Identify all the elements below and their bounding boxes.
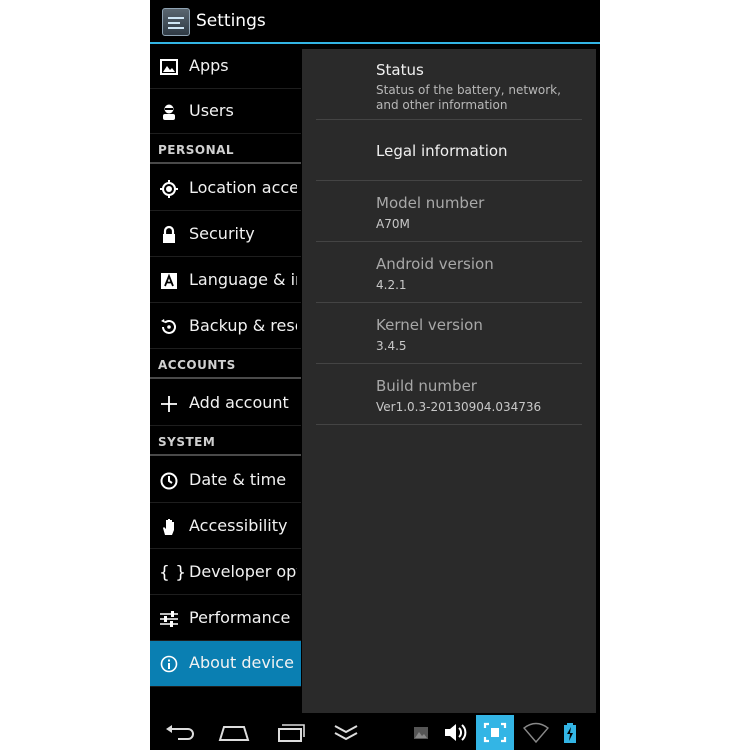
nav-item-label: Users [189,101,234,120]
settings-app-icon[interactable] [162,8,190,36]
nav-item-security[interactable]: Security [150,212,301,257]
back-icon [166,725,194,740]
status-row[interactable]: Status Status of the battery, network, a… [316,49,582,120]
hide-keyboard-button[interactable] [326,715,366,750]
users-icon [159,102,179,122]
status-summary: Status of the battery, network, and othe… [376,83,561,112]
location-icon [159,179,179,199]
nav-item-label: Apps [189,56,229,75]
volume-button[interactable] [440,715,470,750]
nav-item-location[interactable]: Location access [150,166,301,211]
android-version-row[interactable]: Android version 4.2.1 [316,242,582,303]
double-chevron-down-icon [334,725,358,741]
kernel-version-row: Kernel version 3.4.5 [316,303,582,364]
nav-item-apps[interactable]: Apps [150,44,301,89]
wifi-indicator [520,715,552,750]
model-number-row: Model number A70M [316,181,582,242]
apps-icon [159,57,179,77]
language-icon [159,271,179,291]
nav-item-label: Security [189,224,255,243]
nav-item-label: Backup & reset [189,316,297,335]
battery-charging-icon [564,723,576,743]
nav-item-date-time[interactable]: Date & time [150,458,301,503]
nav-item-label: Language & input [189,270,297,289]
braces-icon: { } [159,563,187,583]
recent-apps-button[interactable] [270,715,310,750]
nav-item-label: About device [189,653,294,672]
nav-item-accessibility[interactable]: Accessibility [150,504,301,549]
build-title: Build number [376,377,477,395]
nav-item-label: Add account [189,393,289,412]
nav-item-label: Date & time [189,470,287,489]
kernel-value: 3.4.5 [376,339,407,353]
nav-item-label: Location access [189,178,297,197]
kernel-title: Kernel version [376,316,483,334]
nav-item-language[interactable]: Language & input [150,258,301,303]
device-screen: Settings Apps Users PERSONAL Location ac… [150,0,600,750]
image-icon [414,727,428,739]
plus-icon [159,394,179,414]
android-value: 4.2.1 [376,278,407,292]
info-icon [159,654,179,674]
legal-information-row[interactable]: Legal information [316,120,582,181]
clock-icon [159,471,179,491]
action-bar: Settings [150,0,600,44]
nav-item-backup[interactable]: Backup & reset [150,304,301,349]
recent-apps-icon [278,724,305,742]
nav-item-label: Accessibility [189,516,288,535]
volume-icon [445,724,467,741]
gallery-shortcut[interactable] [408,715,434,750]
settings-nav-list: Apps Users PERSONAL Location access Secu… [150,44,301,688]
section-header-accounts: ACCOUNTS [150,349,301,379]
nav-item-performance[interactable]: Performance [150,596,301,641]
screenshot-icon [483,722,507,743]
lock-icon [159,225,179,245]
nav-item-add-account[interactable]: Add account [150,381,301,426]
nav-item-about-device[interactable]: About device [150,641,301,687]
home-button[interactable] [214,715,254,750]
back-button[interactable] [160,715,200,750]
app-title: Settings [196,11,266,31]
system-navigation-bar [150,715,600,750]
legal-title: Legal information [376,142,508,160]
backup-icon [159,317,179,337]
about-device-pane: Status Status of the battery, network, a… [302,49,596,713]
build-number-row[interactable]: Build number Ver1.0.3-20130904.034736 [316,364,582,425]
nav-item-label: Performance [189,608,291,627]
model-title: Model number [376,194,485,212]
battery-indicator [558,715,582,750]
hand-icon [159,517,179,537]
section-header-system: SYSTEM [150,426,301,456]
wifi-icon [522,722,550,744]
nav-item-users[interactable]: Users [150,89,301,134]
model-value: A70M [376,217,410,231]
build-value: Ver1.0.3-20130904.034736 [376,400,542,414]
nav-item-label: Developer options [189,562,297,581]
nav-item-developer-options[interactable]: { } Developer options [150,550,301,595]
section-header-personal: PERSONAL [150,134,301,164]
android-title: Android version [376,255,494,273]
status-title: Status [376,61,424,79]
sliders-icon [159,609,179,629]
home-icon [218,726,250,741]
screenshot-button[interactable] [476,715,514,750]
